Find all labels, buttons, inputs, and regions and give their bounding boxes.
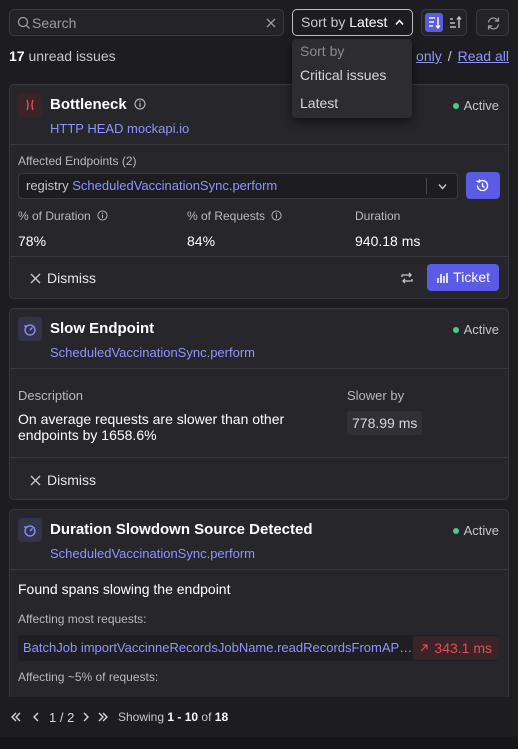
- sort-menu-header: Sort by: [300, 43, 345, 59]
- bottom-strip: [0, 737, 518, 749]
- info-icon[interactable]: [134, 98, 146, 110]
- sort-ascending-icon: [450, 15, 462, 28]
- swap-icon[interactable]: [399, 270, 415, 286]
- dismiss-button[interactable]: Dismiss: [30, 270, 96, 286]
- chevron-up-icon: [395, 19, 404, 25]
- unread-number: 17: [9, 48, 25, 64]
- unread-only-link[interactable]: only: [416, 48, 442, 64]
- slower-by-label: Slower by: [347, 388, 405, 403]
- clear-search-icon[interactable]: [263, 15, 279, 31]
- span-name-link[interactable]: BatchJob importVaccinneRecordsJobName.re…: [23, 640, 415, 655]
- refresh-icon: [487, 17, 500, 30]
- metric-duration-label: Duration: [355, 209, 401, 223]
- history-icon: [476, 179, 489, 192]
- arrow-up-right-icon: [420, 644, 429, 652]
- affected-endpoints-label: Affected Endpoints (2): [18, 154, 137, 168]
- link-separator: /: [447, 48, 452, 64]
- search-box[interactable]: [9, 9, 284, 36]
- unread-text: unread issues: [28, 48, 116, 64]
- sort-option-latest[interactable]: Latest: [300, 95, 338, 111]
- bottleneck-icon: [18, 93, 42, 117]
- metric-duration-value: 940.18 ms: [355, 233, 421, 249]
- sort-menu: Sort by Critical issues Latest: [292, 39, 412, 118]
- description-text: On average requests are slower than othe…: [18, 411, 285, 443]
- close-icon: [30, 475, 41, 486]
- affecting-percent-label: Affecting ~5% of requests:: [18, 670, 159, 684]
- ticket-button[interactable]: Ticket: [427, 264, 499, 291]
- issue-card-duration-slowdown: Duration Slowdown Source Detected Schedu…: [9, 509, 509, 697]
- read-all-link[interactable]: Read all: [458, 48, 509, 64]
- sort-ascending-button[interactable]: [447, 14, 464, 31]
- close-icon: [30, 273, 41, 284]
- info-icon[interactable]: [271, 210, 282, 221]
- showing-range: Showing 1 - 10 of 18: [118, 710, 229, 724]
- sort-descending-icon: [429, 17, 441, 30]
- unread-count: 17 unread issues: [9, 48, 116, 64]
- endpoint-prefix: registry: [26, 178, 69, 193]
- chevron-down-icon: [438, 184, 447, 190]
- sort-direction-toggle: [421, 9, 467, 36]
- sort-label: Sort by: [301, 14, 346, 30]
- sort-option-critical[interactable]: Critical issues: [300, 67, 386, 83]
- history-button[interactable]: [466, 172, 500, 199]
- issue-subtitle-link[interactable]: HTTP HEAD mockapi.io: [50, 121, 189, 136]
- issue-subtitle-link[interactable]: ScheduledVaccinationSync.perform: [50, 546, 255, 561]
- sort-descending-button[interactable]: [425, 13, 443, 32]
- page-indicator: 1 / 2: [49, 710, 75, 725]
- sort-value: Latest: [349, 14, 388, 30]
- slowdown-icon: [18, 518, 42, 542]
- status-badge: Active: [452, 523, 499, 538]
- metric-requests-pct-label: % of Requests: [187, 209, 282, 223]
- found-spans-text: Found spans slowing the endpoint: [18, 581, 231, 597]
- info-icon[interactable]: [97, 210, 108, 221]
- span-duration-badge: 343.1 ms: [413, 636, 498, 660]
- last-page-icon[interactable]: [97, 711, 109, 723]
- issue-title: Duration Slowdown Source Detected: [50, 521, 313, 538]
- endpoint-select[interactable]: registry ScheduledVaccinationSync.perfor…: [18, 173, 458, 199]
- next-page-icon[interactable]: [80, 711, 92, 723]
- status-badge: Active: [452, 98, 499, 113]
- issue-title: Slow Endpoint: [50, 320, 155, 337]
- pagination-bar: 1 / 2 Showing 1 - 10 of 18: [0, 700, 518, 735]
- toolbar: Sort by Latest: [9, 9, 509, 37]
- ticket-icon: [437, 273, 448, 283]
- metric-requests-pct-value: 84%: [187, 233, 216, 249]
- issue-subtitle-link[interactable]: ScheduledVaccinationSync.perform: [50, 345, 255, 360]
- metric-duration-pct-label: % of Duration: [18, 209, 108, 223]
- sort-dropdown-button[interactable]: Sort by Latest: [292, 9, 413, 36]
- affecting-most-label: Affecting most requests:: [18, 612, 147, 626]
- search-icon: [17, 16, 30, 29]
- refresh-button[interactable]: [476, 9, 509, 36]
- status-badge: Active: [452, 322, 499, 337]
- dismiss-button[interactable]: Dismiss: [30, 472, 96, 488]
- issue-card-bottleneck: Bottleneck HTTP HEAD mockapi.io Active A…: [9, 84, 509, 299]
- first-page-icon[interactable]: [10, 711, 22, 723]
- search-input[interactable]: [32, 12, 262, 33]
- description-label: Description: [18, 388, 84, 403]
- slower-by-value: 778.99 ms: [347, 411, 423, 435]
- span-row[interactable]: BatchJob importVaccinneRecordsJobName.re…: [18, 635, 498, 661]
- issue-title: Bottleneck: [50, 96, 146, 113]
- slow-endpoint-icon: [18, 317, 42, 341]
- read-links: only / Read all: [416, 48, 509, 64]
- endpoint-name: ScheduledVaccinationSync.perform: [72, 178, 278, 193]
- previous-page-icon[interactable]: [30, 711, 42, 723]
- issue-card-slow-endpoint: Slow Endpoint ScheduledVaccinationSync.p…: [9, 308, 509, 500]
- metric-duration-pct-value: 78%: [18, 233, 47, 249]
